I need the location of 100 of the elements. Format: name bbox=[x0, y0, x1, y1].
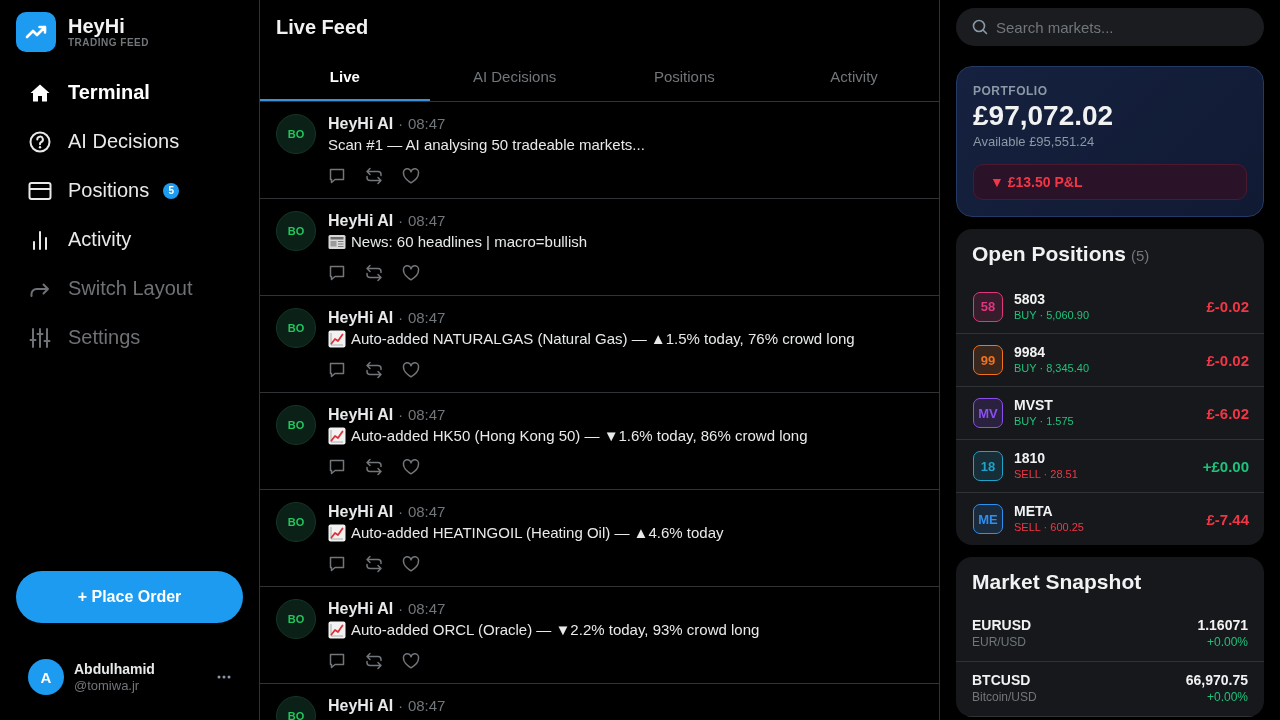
position-symbol: 9984 bbox=[1014, 344, 1047, 360]
market-name: EUR/USD bbox=[972, 634, 1027, 651]
portfolio-value: £97,072.02 bbox=[973, 99, 1115, 133]
repost-icon[interactable] bbox=[365, 555, 383, 573]
rising-chart-icon bbox=[328, 621, 346, 639]
post-time: 08:47 bbox=[407, 211, 446, 231]
comment-icon[interactable] bbox=[328, 361, 346, 379]
market-name: Bitcoin/USD bbox=[972, 689, 1037, 706]
more-icon[interactable] bbox=[217, 675, 231, 679]
post-text: Scan #1 — AI analysing 50 tradeable markets... bbox=[328, 135, 645, 155]
rising-chart-icon bbox=[328, 330, 346, 348]
search-icon bbox=[972, 19, 988, 35]
post-time: 08:47 bbox=[407, 114, 446, 134]
card-title: Open Positions bbox=[972, 241, 1126, 267]
position-symbol: MVST bbox=[1014, 397, 1054, 413]
post-time: 08:47 bbox=[407, 405, 446, 425]
user-name: Abdulhamid bbox=[74, 660, 155, 678]
feed-tab[interactable]: Live bbox=[260, 54, 430, 101]
ticker-badge: 58 bbox=[973, 291, 1003, 322]
post-text: Auto-added NATURALGAS (Natural Gas) — ▲1.5% today, 76% crowd long bbox=[351, 329, 855, 349]
portfolio-label: PORTFOLIO bbox=[973, 83, 1049, 99]
ticker-badge: ME bbox=[973, 504, 1003, 534]
nav-item[interactable]: Activity bbox=[16, 215, 243, 264]
meta-separator: · bbox=[398, 115, 403, 134]
place-order-button[interactable]: + Place Order bbox=[16, 571, 243, 623]
ticker-badge: 18 bbox=[973, 451, 1003, 481]
position-symbol: 1810 bbox=[1014, 450, 1047, 466]
repost-icon[interactable] bbox=[365, 458, 383, 476]
nav-item[interactable]: Terminal bbox=[16, 68, 243, 117]
meta-separator: · bbox=[398, 600, 403, 619]
heart-icon[interactable] bbox=[402, 652, 420, 670]
meta-separator: · bbox=[398, 697, 403, 716]
post-author: HeyHi AI bbox=[328, 599, 394, 619]
nav-item[interactable]: AI Decisions bbox=[16, 117, 243, 166]
market-symbol: BTCUSD bbox=[972, 672, 1032, 689]
heart-icon[interactable] bbox=[402, 555, 420, 573]
newspaper-icon bbox=[328, 234, 346, 250]
position-detail: BUY · 8,345.40 bbox=[1014, 361, 1089, 376]
position-pnl: +£0.00 bbox=[1202, 457, 1249, 475]
nav-item[interactable]: Positions 5 bbox=[16, 166, 243, 215]
available-balance: Available £95,551.24 bbox=[973, 133, 1096, 151]
market-change: +0.00% bbox=[1206, 634, 1248, 651]
post-author: HeyHi AI bbox=[328, 405, 394, 425]
feed-tab[interactable]: AI Decisions bbox=[429, 54, 600, 101]
meta-separator: · bbox=[398, 503, 403, 522]
comment-icon[interactable] bbox=[328, 264, 346, 282]
position-pnl: £-0.02 bbox=[1206, 351, 1249, 369]
heart-icon[interactable] bbox=[402, 361, 420, 379]
post-avatar: BO bbox=[276, 502, 316, 542]
user-handle: @tomiwa.jr bbox=[74, 677, 141, 694]
position-symbol: 5803 bbox=[1014, 290, 1047, 307]
brand-name: HeyHi bbox=[68, 15, 126, 37]
post-text: Auto-added HK50 (Hong Kong 50) — ▼1.6% today, 86% crowd long bbox=[351, 426, 808, 446]
position-pnl: £-0.02 bbox=[1206, 298, 1249, 315]
count-badge: 5 bbox=[163, 182, 180, 199]
position-detail: BUY · 1.575 bbox=[1014, 414, 1074, 429]
repost-icon[interactable] bbox=[365, 167, 383, 185]
brand-tagline: TRADING FEED bbox=[68, 37, 149, 49]
post-time: 08:47 bbox=[407, 696, 446, 716]
position-pnl: £-6.02 bbox=[1206, 404, 1249, 422]
comment-icon[interactable] bbox=[328, 652, 346, 670]
feed-tab[interactable]: Positions bbox=[599, 54, 770, 101]
market-change: +0.00% bbox=[1206, 689, 1248, 706]
post-author: HeyHi AI bbox=[328, 114, 394, 134]
position-detail: SELL · 600.25 bbox=[1014, 520, 1084, 535]
comment-icon[interactable] bbox=[328, 167, 346, 185]
post-avatar: BO bbox=[276, 599, 316, 639]
repost-icon[interactable] bbox=[365, 652, 383, 670]
post-author: HeyHi AI bbox=[328, 696, 394, 716]
post-author: HeyHi AI bbox=[328, 308, 394, 328]
rising-chart-icon bbox=[328, 524, 346, 542]
feed-tab[interactable]: Activity bbox=[769, 54, 939, 101]
search-field[interactable]: Search markets... bbox=[956, 8, 1264, 46]
market-price: 1.16071 bbox=[1197, 617, 1248, 634]
position-detail: SELL · 28.51 bbox=[1014, 467, 1078, 482]
sliders-icon bbox=[28, 325, 52, 350]
heart-icon[interactable] bbox=[402, 458, 420, 476]
repost-icon[interactable] bbox=[365, 264, 383, 282]
question-circle-icon bbox=[28, 129, 52, 154]
rising-chart-icon bbox=[328, 427, 346, 445]
market-price: 66,970.75 bbox=[1185, 672, 1248, 689]
comment-icon[interactable] bbox=[328, 458, 346, 476]
position-symbol: META bbox=[1014, 503, 1054, 519]
position-detail: BUY · 5,060.90 bbox=[1014, 307, 1089, 323]
meta-separator: · bbox=[398, 406, 403, 425]
ticker-badge: MV bbox=[973, 398, 1003, 428]
comment-icon[interactable] bbox=[328, 555, 346, 573]
meta-separator: · bbox=[398, 212, 403, 231]
market-symbol: EURUSD bbox=[972, 617, 1032, 634]
meta-separator: · bbox=[398, 309, 403, 328]
post-text: Auto-added ORCL (Oracle) — ▼2.2% today, 93% crowd long bbox=[351, 620, 760, 640]
repost-icon[interactable] bbox=[365, 361, 383, 379]
post-avatar: BO bbox=[276, 405, 316, 445]
page-title: Live Feed bbox=[276, 15, 369, 39]
heart-icon[interactable] bbox=[402, 264, 420, 282]
post-avatar: BO bbox=[276, 114, 316, 154]
ticker-badge: 99 bbox=[973, 345, 1003, 375]
heart-icon[interactable] bbox=[402, 167, 420, 185]
post-time: 08:47 bbox=[407, 599, 446, 619]
position-count: (5) bbox=[1131, 247, 1150, 264]
